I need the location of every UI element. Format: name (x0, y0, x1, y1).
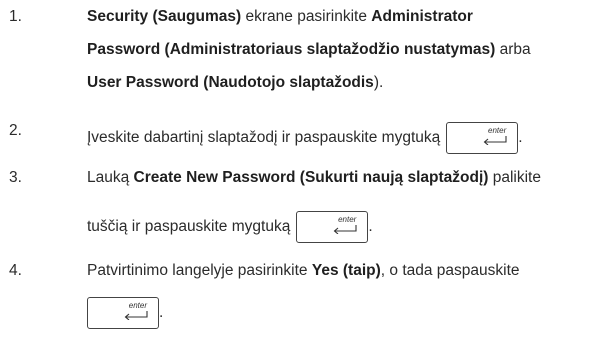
enter-key-icon: enter (87, 297, 159, 329)
step-text: ekrane pasirinkite (241, 8, 372, 25)
enter-key-label: enter (128, 301, 147, 310)
step-text: palikite (488, 169, 541, 186)
step-text-line: tuščią ir paspauskite mygtuką enter. (87, 211, 373, 243)
enter-arrow-icon (124, 311, 148, 320)
step-text: . (518, 129, 523, 147)
step-text-line: Lauką Create New Password (Sukurti naują… (87, 169, 541, 187)
bold-term: Administrator (371, 8, 473, 25)
step-text: Įveskite dabartinį slaptažodį ir paspaus… (87, 129, 441, 147)
step-number: 3. (9, 169, 22, 186)
enter-key-label: enter (338, 215, 357, 224)
step-text-line: Įveskite dabartinį slaptažodį ir paspaus… (87, 122, 523, 154)
step-text: Patvirtinimo langelyje pasirinkite (87, 262, 312, 279)
step-text-line: User Password (Naudotojo slaptažodis). (87, 74, 383, 92)
step-text-line: Patvirtinimo langelyje pasirinkite Yes (… (87, 262, 520, 280)
step-text: ). (373, 74, 384, 91)
step-number: 4. (9, 262, 22, 279)
step-number: 1. (9, 8, 22, 25)
bold-term: User Password (Naudotojo slaptažodis (87, 74, 374, 91)
step-text: . (368, 218, 373, 236)
enter-key-icon: enter (296, 211, 369, 243)
bold-term: Create New Password (Sukurti naują slapt… (133, 169, 489, 186)
step-text: . (159, 304, 164, 322)
enter-key-label: enter (488, 126, 507, 135)
instruction-page: 1. Security (Saugumas) ekrane pasirinkite… (0, 0, 613, 352)
step-text: Lauką (87, 169, 134, 186)
enter-arrow-icon (483, 136, 507, 145)
step-text: tuščią ir paspauskite mygtuką (87, 218, 291, 236)
bold-term: Password (Administratoriaus slaptažodžio… (87, 41, 496, 58)
bold-term: Yes (taip) (311, 262, 381, 279)
step-number: 2. (9, 122, 22, 139)
step-text-line: Password (Administratoriaus slaptažodžio… (87, 41, 531, 59)
enter-arrow-icon (333, 225, 357, 234)
step-text-line: enter. (87, 297, 163, 329)
bold-term: Security (Saugumas) (87, 8, 242, 25)
step-text: , o tada paspauskite (380, 262, 520, 279)
enter-key-icon: enter (446, 122, 519, 154)
step-text: arba (495, 41, 531, 58)
step-text-line: Security (Saugumas) ekrane pasirinkite A… (87, 8, 473, 26)
